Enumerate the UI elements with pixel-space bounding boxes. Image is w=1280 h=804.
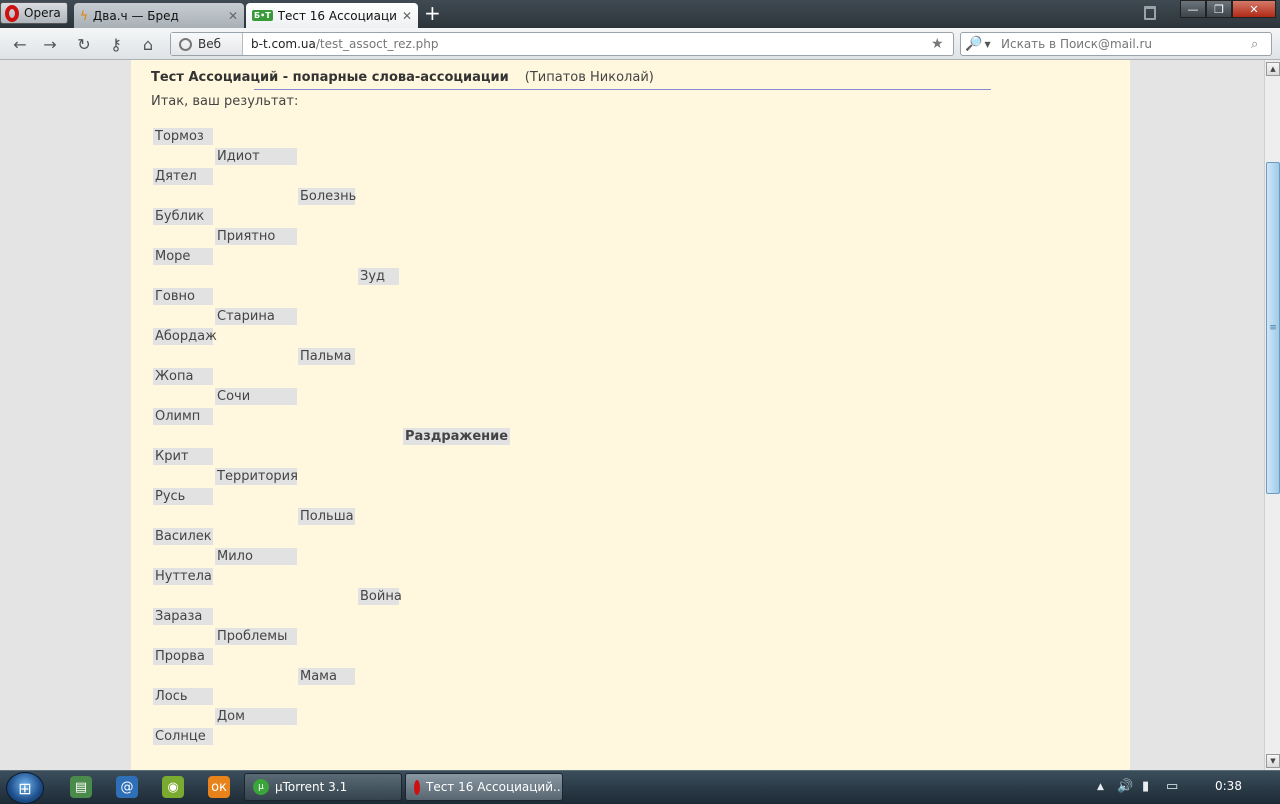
tab-dvach[interactable]: ϟ Два.ч — Бред ✕ xyxy=(74,3,244,28)
tab-label: Два.ч — Бред xyxy=(92,8,179,23)
association-word: Мило xyxy=(215,548,297,565)
association-word: Русь xyxy=(153,488,213,505)
association-word: Бублик xyxy=(153,208,213,225)
opera-menu-button[interactable]: Opera xyxy=(0,2,68,24)
page-content: Тест Ассоциаций - попарные слова-ассоциа… xyxy=(131,60,1130,770)
vertical-scrollbar[interactable]: ▲ ≡ ▼ xyxy=(1264,60,1280,770)
search-icon[interactable]: ⌕ xyxy=(1251,37,1271,52)
close-window-icon[interactable]: ✕ xyxy=(1232,0,1276,18)
window-controls: — ❐ ✕ xyxy=(1180,0,1276,18)
association-word: Море xyxy=(153,248,213,265)
scroll-thumb[interactable]: ≡ xyxy=(1266,162,1280,494)
association-word: Крит xyxy=(153,448,213,465)
forward-arrow-icon[interactable]: → xyxy=(40,34,60,54)
association-word: Тормоз xyxy=(153,128,213,145)
search-engine-icon: 🔎 xyxy=(965,36,983,52)
show-hidden-icons-icon[interactable]: ▲ xyxy=(1097,782,1104,792)
page-title: Тест Ассоциаций - попарные слова-ассоциа… xyxy=(151,70,509,85)
url-field[interactable]: b-t.com.ua/test_assoct_rez.php xyxy=(243,37,931,51)
tab-bar: Opera ϟ Два.ч — Бред ✕ Б•Т Тест 16 Ассоц… xyxy=(0,0,1280,28)
association-word: Сочи xyxy=(215,388,297,405)
close-tab-icon[interactable]: ✕ xyxy=(402,9,412,23)
association-word: Раздражение xyxy=(403,428,511,445)
globe-icon xyxy=(179,37,192,51)
search-box[interactable]: 🔎 ▼ ⌕ xyxy=(960,32,1272,56)
reload-icon[interactable]: ↻ xyxy=(74,34,94,54)
association-word: Зараза xyxy=(153,608,213,625)
association-word: Территория xyxy=(215,468,298,485)
bookmark-star-icon[interactable]: ★ xyxy=(931,36,953,52)
chrome-icon[interactable]: ◉ xyxy=(162,776,184,798)
taskbar-item-label: µTorrent 3.1 xyxy=(275,780,348,794)
web-label: Веб xyxy=(198,37,222,51)
tab-label: Тест 16 Ассоциаций р... xyxy=(277,8,397,23)
bt-favicon-icon: Б•Т xyxy=(252,10,273,21)
scroll-down-icon[interactable]: ▼ xyxy=(1266,754,1280,768)
association-word: Пальма xyxy=(298,348,355,365)
minimize-icon[interactable]: — xyxy=(1180,0,1206,18)
navigation-bar: ← → ↻ ⚷ ⌂ Веб b-t.com.ua/test_assoct_rez… xyxy=(0,28,1280,60)
association-word: Приятно xyxy=(215,228,297,245)
odnoklassniki-icon[interactable]: ок xyxy=(208,776,230,798)
association-word: Война xyxy=(358,588,402,605)
chevron-down-icon: ▼ xyxy=(984,39,991,49)
back-arrow-icon[interactable]: ← xyxy=(10,34,30,54)
association-word: Дятел xyxy=(153,168,213,185)
association-word: Нуттела xyxy=(153,568,213,585)
scroll-up-icon[interactable]: ▲ xyxy=(1266,62,1280,76)
network-icon[interactable]: ▭ xyxy=(1166,779,1178,794)
page-header: Тест Ассоциаций - попарные слова-ассоциа… xyxy=(151,70,654,85)
mail-agent-icon[interactable]: @ xyxy=(116,776,138,798)
web-badge[interactable]: Веб xyxy=(171,33,243,55)
power-icon[interactable]: ▮ xyxy=(1142,779,1149,794)
association-word: Абордаж xyxy=(153,328,217,345)
start-button[interactable]: ⊞ xyxy=(6,772,44,804)
windows-logo-icon: ⊞ xyxy=(18,778,32,798)
taskbar-item-opera[interactable]: Тест 16 Ассоциаций... xyxy=(405,773,563,801)
association-word: Идиот xyxy=(215,148,297,165)
key-icon[interactable]: ⚷ xyxy=(106,34,126,54)
utorrent-icon: µ xyxy=(253,779,269,795)
association-word: Солнце xyxy=(153,728,213,745)
url-path: /test_assoct_rez.php xyxy=(315,37,439,51)
association-word: Проблемы xyxy=(215,628,297,645)
new-tab-icon[interactable]: + xyxy=(424,3,441,23)
url-host: b-t.com.ua xyxy=(251,37,316,51)
result-intro: Итак, ваш результат: xyxy=(151,94,299,109)
taskbar-item-label: Тест 16 Ассоциаций... xyxy=(426,780,563,794)
close-tab-icon[interactable]: ✕ xyxy=(228,9,238,23)
association-word: Старина xyxy=(215,308,297,325)
taskbar-item-utorrent[interactable]: µ µTorrent 3.1 xyxy=(244,773,402,801)
association-word: Олимп xyxy=(153,408,213,425)
search-engine-selector[interactable]: 🔎 ▼ xyxy=(961,36,997,52)
association-word: Прорва xyxy=(153,648,213,665)
volume-icon[interactable]: 🔊 xyxy=(1117,779,1133,794)
association-word: Говно xyxy=(153,288,213,305)
restore-icon[interactable]: ❐ xyxy=(1206,0,1232,18)
page-author: (Типатов Николай) xyxy=(524,70,654,85)
search-input[interactable] xyxy=(997,37,1251,51)
association-word: Мама xyxy=(298,668,355,685)
page-viewport: Тест Ассоциаций - попарные слова-ассоциа… xyxy=(0,60,1264,770)
address-bar[interactable]: Веб b-t.com.ua/test_assoct_rez.php ★ xyxy=(170,32,954,56)
explorer-icon[interactable]: ▤ xyxy=(70,776,92,798)
opera-logo-icon xyxy=(5,4,19,22)
lightning-icon: ϟ xyxy=(80,8,88,23)
opera-icon xyxy=(414,779,420,795)
tab-test-associations[interactable]: Б•Т Тест 16 Ассоциаций р... ✕ xyxy=(246,3,418,28)
association-word: Лось xyxy=(153,688,213,705)
association-word: Василек xyxy=(153,528,213,545)
association-word: Болезнь xyxy=(298,188,357,205)
association-word: Жопа xyxy=(153,368,213,385)
association-word: Польша xyxy=(298,508,355,525)
title-underline xyxy=(254,89,991,90)
home-icon[interactable]: ⌂ xyxy=(138,34,158,54)
trash-icon[interactable] xyxy=(1144,6,1156,20)
taskbar: ⊞ ▤ @ ◉ ок µ µTorrent 3.1 Тест 16 Ассоци… xyxy=(0,770,1280,804)
system-clock: 0:38 xyxy=(1215,779,1242,793)
opera-menu-label: Opera xyxy=(24,6,61,20)
association-word: Дом xyxy=(215,708,297,725)
association-word: Зуд xyxy=(358,268,399,285)
